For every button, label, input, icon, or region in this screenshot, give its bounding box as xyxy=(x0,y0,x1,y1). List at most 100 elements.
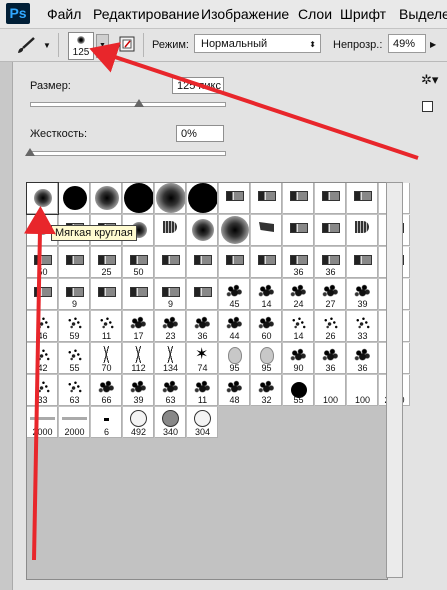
brush-tool-icon[interactable] xyxy=(14,35,38,55)
brush-preset-cell[interactable]: 36 xyxy=(315,247,346,278)
brush-preset-cell[interactable]: 36 xyxy=(347,343,378,374)
tool-preset-dropdown-icon[interactable]: ▼ xyxy=(43,41,51,50)
brush-preset-cell[interactable]: 24 xyxy=(283,279,314,310)
brush-preset-cell[interactable]: 340 xyxy=(155,407,186,438)
brush-preset-cell[interactable] xyxy=(187,247,218,278)
brush-preset-cell[interactable]: 45 xyxy=(219,279,250,310)
brush-preset-cell[interactable]: 39 xyxy=(123,375,154,406)
brush-preset-cell[interactable]: 48 xyxy=(219,375,250,406)
brush-preset-cell[interactable] xyxy=(347,215,378,246)
brush-preset-cell[interactable]: 100 xyxy=(347,375,378,406)
brush-preset-cell[interactable] xyxy=(251,183,282,214)
brush-preset-cell[interactable] xyxy=(155,247,186,278)
brush-preset-cell[interactable]: 36 xyxy=(283,247,314,278)
brush-preset-cell[interactable]: 44 xyxy=(219,311,250,342)
opacity-dropdown-icon[interactable]: ▶ xyxy=(430,40,436,49)
brush-preset-cell[interactable]: 36 xyxy=(315,343,346,374)
brush-preset-cell[interactable]: 25 xyxy=(91,247,122,278)
brush-preset-cell[interactable]: 9 xyxy=(155,279,186,310)
brush-preset-cell[interactable] xyxy=(283,183,314,214)
brush-preset-cell[interactable] xyxy=(26,182,59,215)
size-input[interactable]: 125 пикс xyxy=(172,77,224,94)
menu-file[interactable]: Файл xyxy=(47,6,81,22)
opacity-input[interactable]: 49% xyxy=(388,34,426,53)
brush-preset-cell[interactable] xyxy=(123,183,154,214)
menu-edit[interactable]: Редактирование xyxy=(93,6,200,22)
panel-settings-gear-icon[interactable]: ✲▾ xyxy=(421,72,438,88)
brush-preset-cell[interactable]: 17 xyxy=(123,311,154,342)
brush-preset-cell[interactable] xyxy=(27,279,58,310)
brush-preset-cell[interactable]: 23 xyxy=(155,311,186,342)
brush-preset-cell[interactable] xyxy=(315,215,346,246)
brush-preset-cell[interactable]: 33 xyxy=(27,375,58,406)
brush-preset-cell[interactable]: 2000 xyxy=(59,407,90,438)
brush-preset-cell[interactable] xyxy=(347,183,378,214)
brush-list-scrollbar[interactable] xyxy=(386,182,403,578)
brush-preset-cell[interactable]: 112 xyxy=(123,343,154,374)
brush-picker-arrow[interactable]: ▼ xyxy=(96,34,109,58)
brush-preset-cell[interactable]: 42 xyxy=(27,343,58,374)
brush-preset-cell[interactable]: 60 xyxy=(251,311,282,342)
brush-preset-cell[interactable]: 63 xyxy=(59,375,90,406)
brush-preset-cell[interactable]: 14 xyxy=(251,279,282,310)
brush-preset-cell[interactable]: 63 xyxy=(155,375,186,406)
brush-preset-cell[interactable]: 55 xyxy=(283,375,314,406)
brush-preset-picker[interactable]: 125 xyxy=(68,32,94,60)
brush-preset-cell[interactable]: 36 xyxy=(187,311,218,342)
hardness-input[interactable]: 0% xyxy=(176,125,224,142)
brush-preset-cell[interactable] xyxy=(155,215,186,246)
brush-preset-cell[interactable]: 27 xyxy=(315,279,346,310)
brush-preset-cell[interactable]: 11 xyxy=(187,375,218,406)
brush-preset-cell[interactable]: 11 xyxy=(91,311,122,342)
brush-preset-cell[interactable]: 2000 xyxy=(27,407,58,438)
brush-preset-cell[interactable]: 46 xyxy=(27,311,58,342)
brush-preset-cell[interactable]: 26 xyxy=(315,311,346,342)
brush-preset-cell[interactable]: 39 xyxy=(347,279,378,310)
hardness-slider-track[interactable] xyxy=(30,151,226,156)
size-slider-track[interactable] xyxy=(30,102,226,107)
brush-preset-cell[interactable]: 6 xyxy=(91,407,122,438)
brush-preset-cell[interactable]: 50 xyxy=(123,247,154,278)
menu-select[interactable]: Выделе xyxy=(399,6,447,22)
brush-preset-cell[interactable] xyxy=(59,247,90,278)
brush-preset-cell[interactable]: 9 xyxy=(59,279,90,310)
brush-preset-cell[interactable] xyxy=(187,183,218,214)
brush-preset-cell[interactable]: 33 xyxy=(347,311,378,342)
brush-preset-cell[interactable]: 134 xyxy=(155,343,186,374)
menu-image[interactable]: Изображение xyxy=(201,6,289,22)
brush-preset-cell[interactable]: ✶ 74 xyxy=(187,343,218,374)
brush-preset-cell[interactable] xyxy=(187,279,218,310)
brush-preset-cell[interactable]: 55 xyxy=(59,343,90,374)
brush-preset-cell[interactable]: 100 xyxy=(315,375,346,406)
brush-preset-cell[interactable]: 66 xyxy=(91,375,122,406)
brush-preset-cell[interactable] xyxy=(155,183,186,214)
brush-preset-cell[interactable]: 90 xyxy=(283,343,314,374)
menu-type[interactable]: Шрифт xyxy=(340,6,386,22)
brush-preset-cell[interactable] xyxy=(347,247,378,278)
brush-preset-cell[interactable]: 304 xyxy=(187,407,218,438)
hardness-slider-handle[interactable] xyxy=(25,148,35,156)
new-preset-icon[interactable] xyxy=(422,101,433,112)
menu-layer[interactable]: Слои xyxy=(298,6,332,22)
brush-preset-cell[interactable] xyxy=(123,279,154,310)
brush-preset-cell[interactable]: 50 xyxy=(27,247,58,278)
mode-select[interactable]: Нормальный ⬍ xyxy=(194,34,321,53)
brush-preset-cell[interactable] xyxy=(315,183,346,214)
brush-preset-cell[interactable] xyxy=(59,183,90,214)
brush-preset-cell[interactable]: 95 xyxy=(219,343,250,374)
brush-preset-cell[interactable]: 95 xyxy=(251,343,282,374)
brush-panel-toggle-icon[interactable] xyxy=(119,36,135,52)
brush-preset-cell[interactable] xyxy=(219,215,250,246)
brush-preset-cell[interactable]: 32 xyxy=(251,375,282,406)
brush-preset-cell[interactable]: 70 xyxy=(91,343,122,374)
brush-preset-cell[interactable] xyxy=(219,247,250,278)
size-slider-handle[interactable] xyxy=(133,99,144,107)
brush-preset-cell[interactable]: 59 xyxy=(59,311,90,342)
brush-preset-cell[interactable] xyxy=(91,183,122,214)
brush-preset-cell[interactable]: 14 xyxy=(283,311,314,342)
brush-preset-cell[interactable]: 492 xyxy=(123,407,154,438)
brush-preset-cell[interactable] xyxy=(283,215,314,246)
brush-preset-cell[interactable] xyxy=(91,279,122,310)
brush-preset-cell[interactable] xyxy=(187,215,218,246)
brush-preset-cell[interactable] xyxy=(219,183,250,214)
